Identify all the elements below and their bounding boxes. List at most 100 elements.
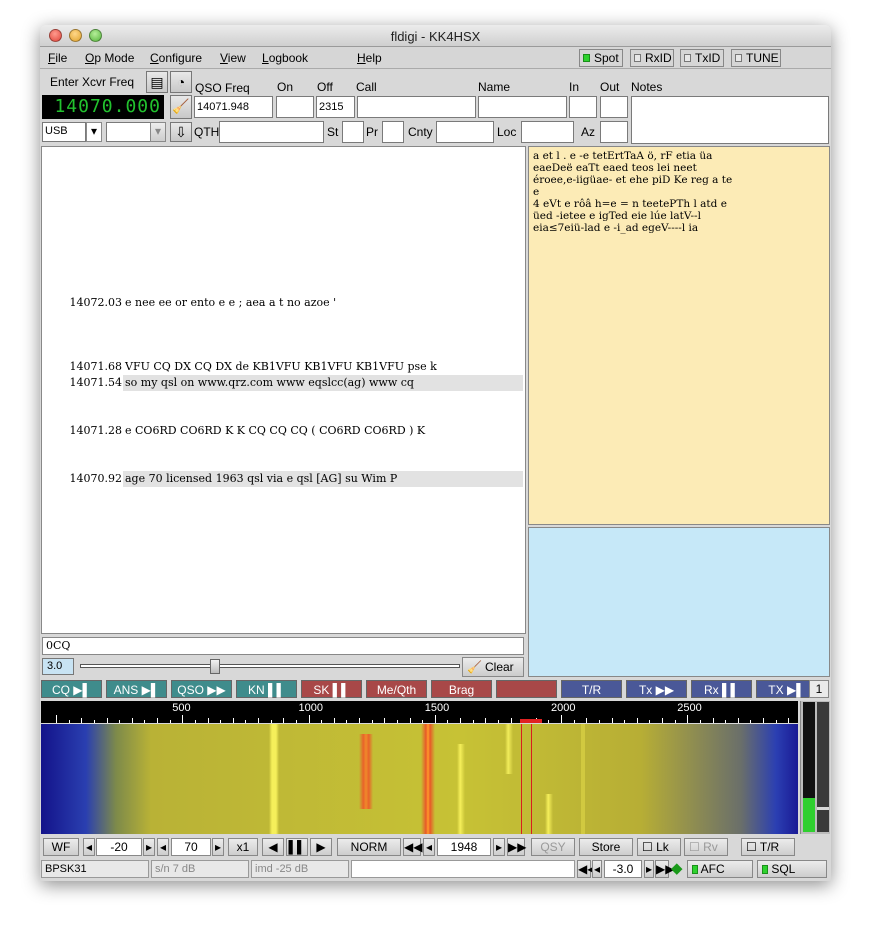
macro-button[interactable]: Brag bbox=[431, 680, 492, 698]
speed-button[interactable]: NORM bbox=[337, 838, 401, 856]
province-field[interactable] bbox=[382, 121, 404, 143]
transmit-text-pane[interactable] bbox=[528, 527, 830, 677]
macro-button[interactable]: Tx ▶▶ bbox=[626, 680, 687, 698]
azimuth-field[interactable] bbox=[600, 121, 628, 143]
macro-set-selector[interactable]: 1 bbox=[809, 680, 829, 698]
browser-row[interactable] bbox=[42, 311, 525, 327]
clock-icon[interactable]: ◔ bbox=[170, 71, 192, 93]
browser-row[interactable] bbox=[42, 263, 525, 279]
squelch-value[interactable]: 3.0 bbox=[42, 658, 74, 675]
mode-dropdown-arrow[interactable]: ▾ bbox=[86, 122, 102, 142]
browser-row[interactable] bbox=[42, 151, 525, 167]
browser-row[interactable] bbox=[42, 279, 525, 295]
broom-clear-icon[interactable]: 🧹 bbox=[170, 95, 192, 119]
rig-control-icon[interactable]: ▤ bbox=[146, 71, 168, 93]
time-on-field[interactable] bbox=[276, 96, 314, 118]
macro-button[interactable] bbox=[496, 680, 557, 698]
tune-toggle[interactable]: TUNE bbox=[731, 49, 781, 67]
waterfall-display[interactable] bbox=[41, 724, 798, 834]
browser-row[interactable] bbox=[42, 455, 525, 471]
transfer-icon[interactable]: ⇩ bbox=[170, 122, 192, 142]
browser-row[interactable] bbox=[42, 583, 525, 599]
rst-in-field[interactable] bbox=[569, 96, 597, 118]
browser-row[interactable] bbox=[42, 167, 525, 183]
menu-configure[interactable]: Configure bbox=[150, 51, 202, 65]
browser-row[interactable] bbox=[42, 551, 525, 567]
browser-row[interactable]: 14070.92 age 70 licensed 1963 qsl via e q… bbox=[42, 471, 525, 487]
menu-view[interactable]: View bbox=[220, 51, 246, 65]
name-field[interactable] bbox=[478, 96, 567, 118]
store-button[interactable]: Store bbox=[579, 838, 633, 856]
scroll-right-button[interactable]: ▶ bbox=[310, 838, 332, 856]
reverse-toggle[interactable]: ☐ Rv bbox=[684, 838, 728, 856]
bandwidth-select[interactable] bbox=[106, 122, 152, 142]
browser-row[interactable]: 14071.68 VFU CQ DX CQ DX de KB1VFU KB1VFU… bbox=[42, 359, 525, 375]
mode-status[interactable]: BPSK31 bbox=[41, 860, 149, 878]
browser-row[interactable] bbox=[42, 503, 525, 519]
range-field[interactable]: 70 bbox=[171, 838, 211, 856]
macro-button[interactable]: ANS ▶▌ bbox=[106, 680, 167, 698]
macro-button[interactable]: TX ▶▌ bbox=[756, 680, 817, 698]
txid-toggle[interactable]: TxID bbox=[680, 49, 724, 67]
browser-search-field[interactable]: 0CQ bbox=[42, 637, 524, 655]
menu-file[interactable]: File bbox=[48, 51, 67, 65]
macro-button[interactable]: QSO ▶▶ bbox=[171, 680, 232, 698]
qso-freq-field[interactable]: 14071.948 bbox=[194, 96, 273, 118]
squelch-level-bar[interactable] bbox=[817, 702, 829, 832]
qth-field[interactable] bbox=[219, 121, 324, 143]
notes-field[interactable] bbox=[631, 96, 829, 144]
frequency-scale[interactable]: 500 1000 1500 2000 2500 bbox=[41, 701, 798, 723]
scroll-left-button[interactable]: ◀ bbox=[262, 838, 284, 856]
rst-out-field[interactable] bbox=[600, 96, 628, 118]
browser-row[interactable] bbox=[42, 567, 525, 583]
browser-row[interactable] bbox=[42, 407, 525, 423]
squelch-slider-thumb[interactable] bbox=[209, 659, 220, 674]
bandwidth-dropdown-arrow[interactable]: ▾ bbox=[150, 122, 166, 142]
sql-toggle[interactable]: SQL bbox=[757, 860, 827, 878]
range-decrement-button[interactable]: ◂ bbox=[157, 838, 169, 856]
reference-level-field[interactable]: -20 bbox=[96, 838, 142, 856]
browser-row[interactable] bbox=[42, 199, 525, 215]
pause-button[interactable]: ▌▌ bbox=[286, 838, 308, 856]
browser-row[interactable] bbox=[42, 215, 525, 231]
browser-row[interactable] bbox=[42, 247, 525, 263]
macro-button[interactable]: T/R bbox=[561, 680, 622, 698]
browser-row[interactable] bbox=[42, 183, 525, 199]
afc-up-button[interactable]: ▸ bbox=[644, 860, 654, 878]
macro-button[interactable]: KN ▌▌ bbox=[236, 680, 297, 698]
menu-logbook[interactable]: Logbook bbox=[262, 51, 308, 65]
receive-text-pane[interactable]: a et l . e -e tetErtTaA ö, rF etia üa eae… bbox=[528, 146, 830, 525]
ref-decrement-button[interactable]: ◂ bbox=[83, 838, 95, 856]
macro-button[interactable]: SK ▌▌ bbox=[301, 680, 362, 698]
range-increment-button[interactable]: ▸ bbox=[212, 838, 224, 856]
menu-op-mode[interactable]: Op Mode bbox=[85, 51, 134, 65]
state-field[interactable] bbox=[342, 121, 364, 143]
carrier-freq-field[interactable]: 1948 bbox=[437, 838, 491, 856]
carrier-marker[interactable] bbox=[520, 719, 542, 723]
clear-button[interactable]: 🧹 Clear bbox=[462, 657, 524, 677]
browser-row[interactable] bbox=[42, 615, 525, 631]
ref-increment-button[interactable]: ▸ bbox=[143, 838, 155, 856]
menu-help[interactable]: Help bbox=[357, 51, 382, 65]
rxid-toggle[interactable]: RxID bbox=[630, 49, 674, 67]
country-field[interactable] bbox=[436, 121, 494, 143]
macro-button[interactable]: Rx ▌▌ bbox=[691, 680, 752, 698]
afc-toggle[interactable]: AFC bbox=[687, 860, 753, 878]
afc-fast-down-button[interactable]: ◀◀ bbox=[577, 860, 596, 878]
tx-lock-diamond-icon[interactable]: ◆ bbox=[671, 860, 683, 878]
mode-select[interactable]: USB bbox=[42, 122, 86, 142]
freq-fast-up-button[interactable]: ▶▶ bbox=[507, 838, 526, 856]
xcvr-frequency-display[interactable]: 14070.000 bbox=[42, 95, 164, 119]
afc-fast-up-button[interactable]: ▶▶ bbox=[655, 860, 674, 878]
browser-row[interactable] bbox=[42, 519, 525, 535]
browser-row[interactable] bbox=[42, 439, 525, 455]
browser-row[interactable] bbox=[42, 487, 525, 503]
browser-row[interactable]: 14071.54 so my qsl on www.qrz.com www eqs… bbox=[42, 375, 525, 391]
wf-mode-button[interactable]: WF bbox=[43, 838, 79, 856]
browser-row[interactable]: 14071.28 e CO6RD CO6RD K K CQ CQ CQ ( CO6… bbox=[42, 423, 525, 439]
browser-row[interactable] bbox=[42, 599, 525, 615]
zoom-button[interactable]: x1 bbox=[228, 838, 258, 856]
browser-row[interactable] bbox=[42, 391, 525, 407]
browser-row[interactable] bbox=[42, 343, 525, 359]
freq-down-button[interactable]: ◂ bbox=[423, 838, 435, 856]
